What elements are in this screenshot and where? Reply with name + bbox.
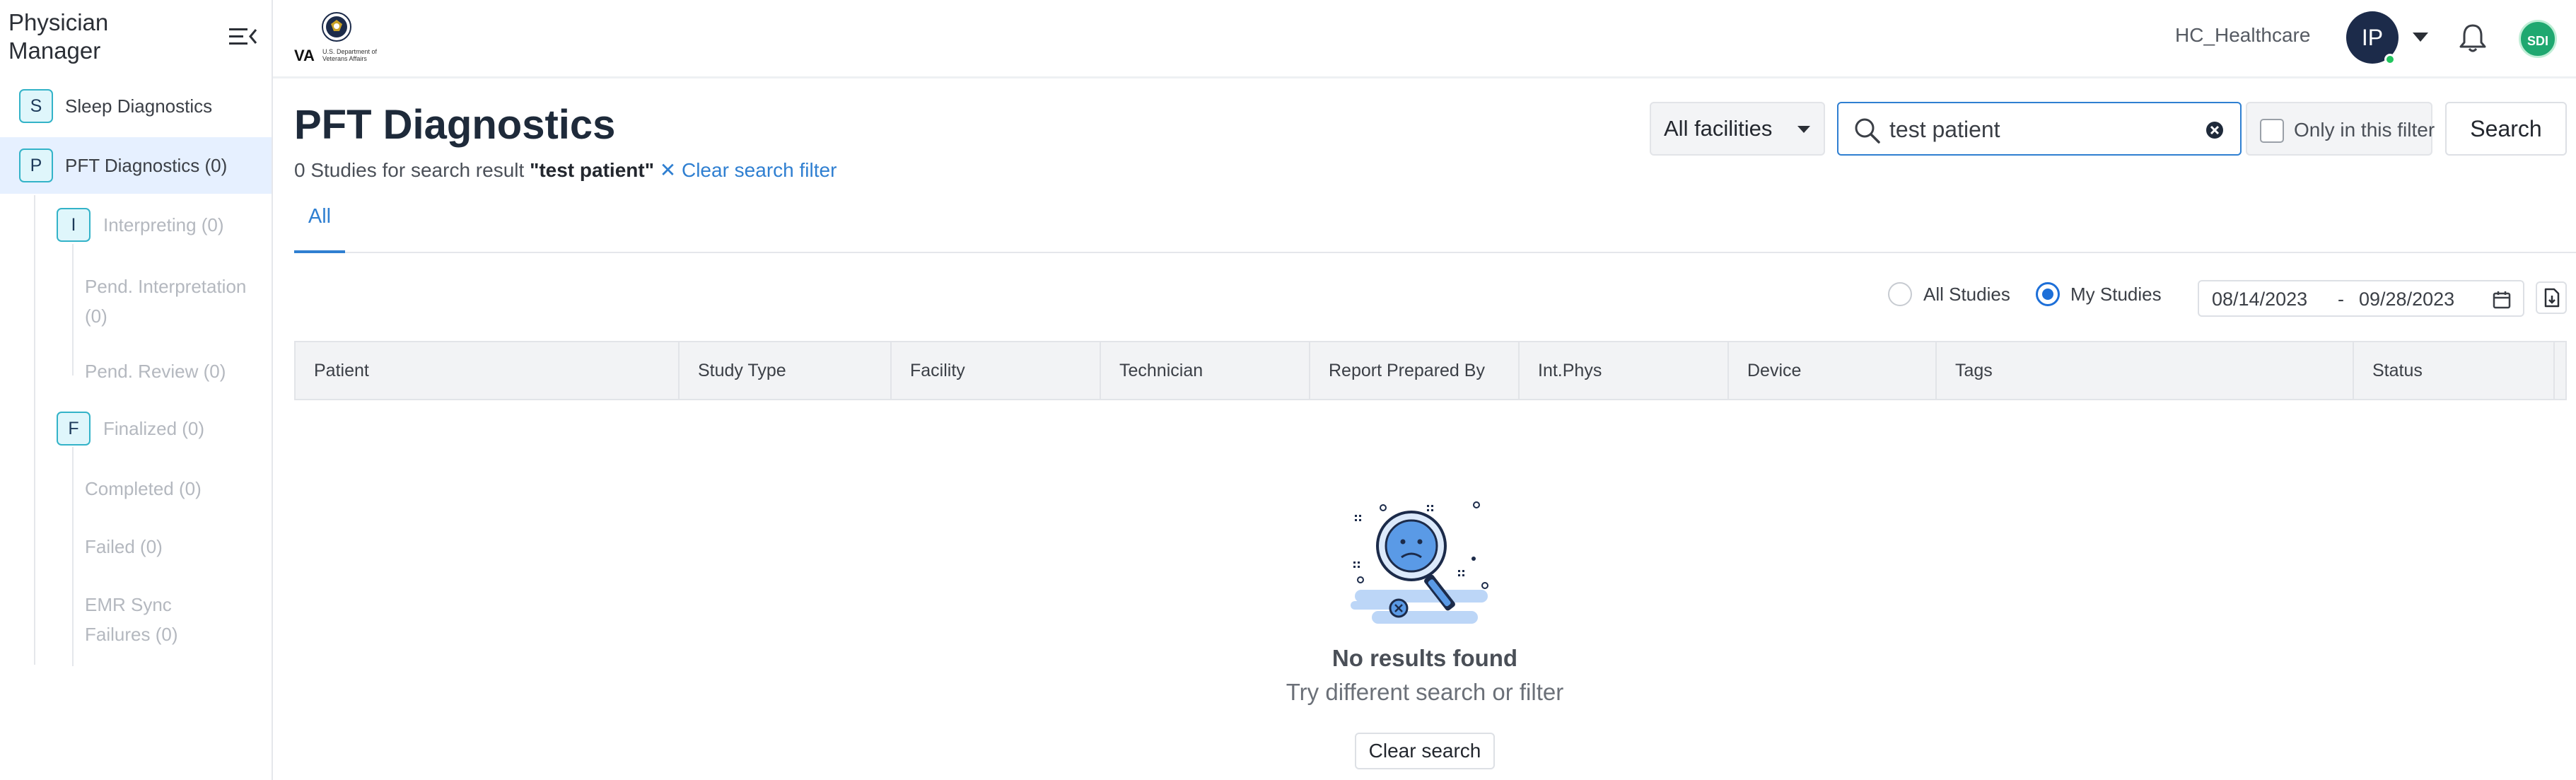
file-export-icon [2544,288,2560,308]
empty-state-subtitle: Try different search or filter [1286,679,1564,705]
active-tab-indicator [294,250,345,253]
column-header-device[interactable]: Device [1729,342,1937,399]
sidebar-item-label: Finalized (0) [103,418,205,439]
date-separator: - [2338,289,2344,310]
app-root: Physician Manager S Sleep Diagnostics P … [0,0,2576,780]
sidebar-item-label: PFT Diagnostics (0) [65,155,228,176]
column-header-int-phys[interactable]: Int.Phys [1520,342,1729,399]
facility-select-value: All facilities [1664,116,1773,141]
tree-line [72,244,74,376]
search-result-summary: 0 Studies for search result "test patien… [294,158,837,182]
va-logo-text: VA [294,47,315,64]
calendar-icon[interactable] [2492,290,2512,310]
chevron-down-icon [1797,126,1810,133]
search-icon [1855,118,1880,144]
date-from[interactable]: 08/14/2023 [2212,289,2307,310]
online-status-dot [2384,54,2396,65]
chevron-down-icon[interactable] [2411,30,2430,44]
only-in-filter-checkbox[interactable] [2260,119,2284,143]
my-studies-radio[interactable] [2036,282,2060,306]
all-studies-label[interactable]: All Studies [1923,284,2010,305]
search-box[interactable] [1837,102,2242,156]
result-count-text: 0 Studies for search result [294,159,525,181]
column-header-report-prepared-by[interactable]: Report Prepared By [1310,342,1520,399]
sidebar-item-pft-diagnostics[interactable]: P PFT Diagnostics (0) [0,137,272,194]
search-button[interactable]: Search [2445,102,2567,156]
sidebar-badge: I [57,208,91,242]
date-to[interactable]: 09/28/2023 [2359,289,2454,310]
facility-select[interactable]: All facilities [1650,102,1825,156]
collapse-menu-icon[interactable] [228,24,259,50]
sidebar-item-label: Sleep Diagnostics [65,95,213,117]
sidebar-item-completed[interactable]: Completed (0) [85,477,262,501]
column-header-study-type[interactable]: Study Type [680,342,892,399]
my-studies-label[interactable]: My Studies [2070,284,2162,305]
search-input[interactable] [1889,110,2201,149]
all-studies-radio[interactable] [1888,282,1912,306]
bell-icon[interactable] [2456,21,2490,55]
tabs-divider [294,252,2576,253]
column-header-patient[interactable]: Patient [296,342,680,399]
app-title: Physician Manager [8,9,109,64]
sidebar-item-sleep-diagnostics[interactable]: S Sleep Diagnostics [0,78,272,134]
only-in-filter-toggle[interactable]: Only in this filter [2246,102,2435,156]
sidebar-item-label: Interpreting (0) [103,214,224,235]
page-title: PFT Diagnostics [294,102,616,148]
sidebar-item-emr-sync-failures[interactable]: EMR Sync Failures (0) [85,590,226,649]
sidebar-item-failed[interactable]: Failed (0) [85,535,262,559]
column-header-technician[interactable]: Technician [1101,342,1310,399]
va-logo: VA U.S. Department of Veterans Affairs [293,11,385,65]
sidebar-badge: F [57,412,91,446]
header-divider [273,76,2576,78]
empty-state-title: No results found [1331,645,1518,671]
sidebar-badge: S [19,89,53,123]
sidebar-item-pend-review[interactable]: Pend. Review (0) [85,359,262,383]
sidebar-badge: P [19,149,53,182]
column-header-status[interactable]: Status [2354,342,2555,399]
clear-input-icon[interactable] [2205,120,2225,140]
sidebar-item-interpreting[interactable]: I Interpreting (0) [0,197,272,253]
date-range-picker[interactable]: 08/14/2023 - 09/28/2023 [2198,280,2524,317]
sidebar-item-finalized[interactable]: F Finalized (0) [0,400,272,457]
tree-line [72,447,74,666]
sidebar: Physician Manager S Sleep Diagnostics P … [0,0,273,780]
tab-all[interactable]: All [294,205,345,255]
organization-name[interactable]: HC_Healthcare [2175,24,2310,47]
sidebar-item-pend-interpretation[interactable]: Pend. Interpretation (0) [85,272,262,331]
clear-search-button[interactable]: Clear search [1355,733,1495,769]
clear-search-filter-link[interactable]: ✕ Clear search filter [660,159,837,181]
export-file-button[interactable] [2536,281,2567,314]
column-header-facility[interactable]: Facility [892,342,1101,399]
only-in-filter-label: Only in this filter [2294,119,2435,141]
app-badge[interactable]: SDI [2519,20,2557,58]
result-query: "test patient" [530,159,654,181]
table-header: Patient Study Type Facility Technician R… [294,341,2567,400]
va-logo-subtitle: U.S. Department of Veterans Affairs [322,48,378,62]
no-results-illustration [1351,495,1495,636]
column-header-tags[interactable]: Tags [1937,342,2354,399]
